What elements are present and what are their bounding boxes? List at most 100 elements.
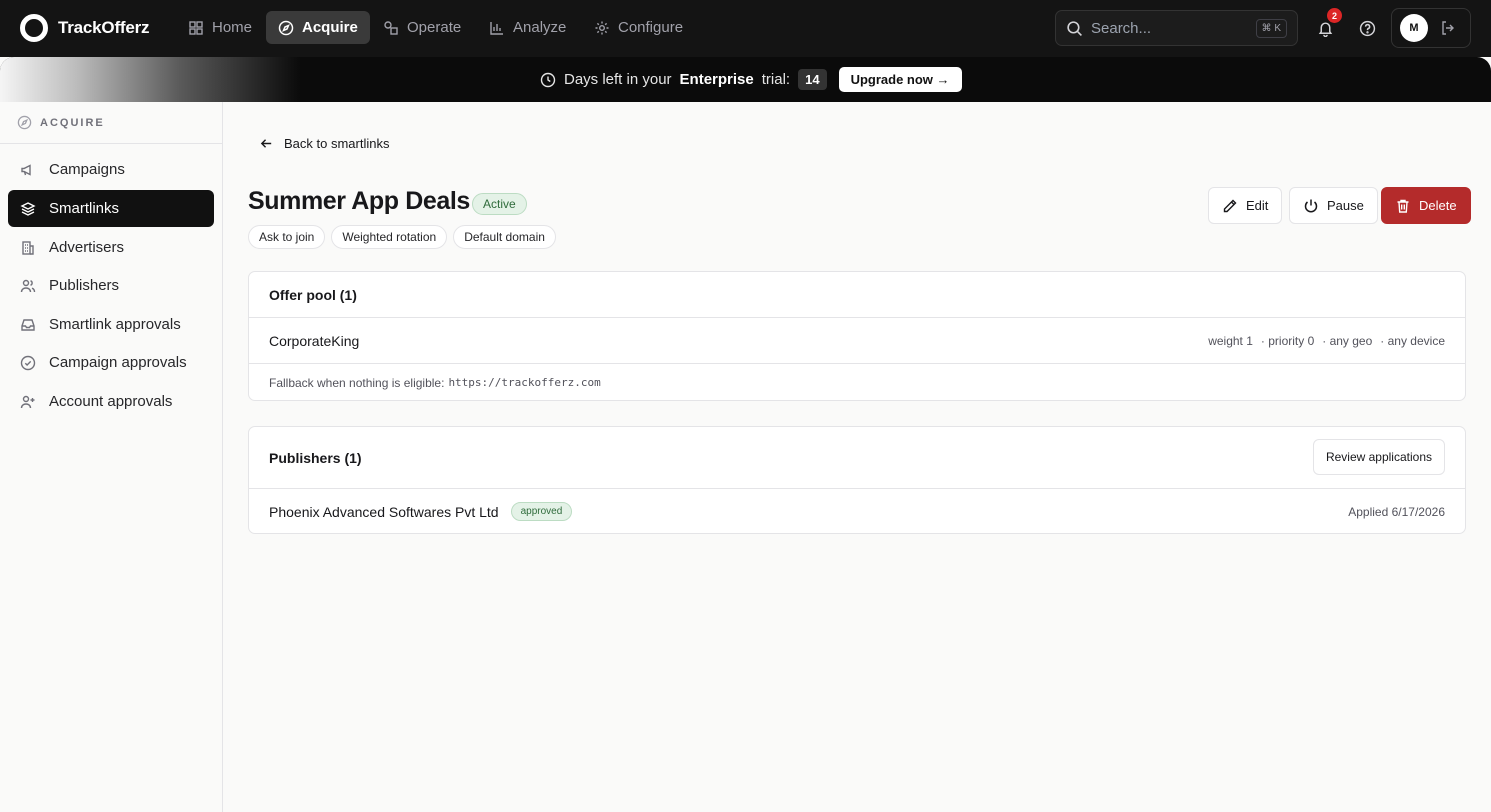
help-icon bbox=[1359, 20, 1375, 36]
publishers-card: Publishers (1) Review applications Phoen… bbox=[248, 426, 1466, 534]
sidebar-item-account-approvals[interactable]: Account approvals bbox=[8, 383, 214, 420]
bar-chart-icon bbox=[490, 21, 503, 35]
offer-pool-heading: Offer pool (1) bbox=[249, 272, 1465, 318]
banner-gradient bbox=[0, 57, 300, 102]
back-label: Back to smartlinks bbox=[284, 136, 390, 151]
nav-acquire-label: Acquire bbox=[302, 19, 358, 36]
help-button[interactable] bbox=[1353, 14, 1381, 42]
logo-icon bbox=[20, 14, 48, 42]
gear-icon bbox=[595, 21, 609, 34]
compass-icon bbox=[278, 20, 294, 35]
app-name: TrackOfferz bbox=[58, 18, 150, 37]
offer-geo: · any geo bbox=[1322, 333, 1373, 348]
nav-analyze-label: Analyze bbox=[513, 19, 567, 36]
delete-button[interactable]: Delete bbox=[1381, 187, 1471, 224]
nav-acquire[interactable]: Acquire bbox=[266, 11, 370, 44]
sidebar-item-label: Advertisers bbox=[49, 239, 125, 256]
megaphone-icon bbox=[21, 163, 31, 176]
power-icon bbox=[1304, 199, 1318, 212]
edit-label: Edit bbox=[1246, 198, 1269, 213]
upgrade-button[interactable]: Upgrade now → bbox=[838, 67, 962, 92]
tag-chip: Default domain bbox=[453, 225, 556, 249]
offer-priority: · priority 0 bbox=[1260, 333, 1315, 348]
offer-device: · any device bbox=[1380, 333, 1445, 348]
trial-days-count: 14 bbox=[798, 69, 827, 90]
sidebar-item-label: Campaign approvals bbox=[49, 354, 187, 371]
nav-home-label: Home bbox=[212, 19, 253, 36]
smartlink-tags: Ask to join Weighted rotation Default do… bbox=[248, 225, 556, 249]
sidebar-item-publishers[interactable]: Publishers bbox=[8, 267, 214, 304]
building-icon bbox=[22, 240, 34, 255]
fallback-url: https://trackofferz.com bbox=[448, 376, 601, 389]
app-logo[interactable]: TrackOfferz bbox=[20, 14, 150, 42]
delete-label: Delete bbox=[1419, 198, 1457, 213]
pencil-icon bbox=[1223, 199, 1237, 212]
inbox-icon bbox=[21, 318, 35, 331]
page-title: Summer App Deals bbox=[248, 187, 470, 215]
back-to-smartlinks-link[interactable]: Back to smartlinks bbox=[259, 136, 389, 151]
trial-plan: Enterprise bbox=[679, 71, 754, 88]
sidebar-item-campaign-approvals[interactable]: Campaign approvals bbox=[8, 344, 214, 381]
nav-configure[interactable]: Configure bbox=[582, 11, 695, 44]
top-nav: TrackOfferz Home Acquire Operate Analyze… bbox=[0, 0, 1491, 57]
sidebar-item-smartlinks[interactable]: Smartlinks bbox=[8, 190, 214, 227]
publishers-heading: Publishers (1) bbox=[249, 427, 1465, 489]
review-applications-button[interactable]: Review applications bbox=[1312, 439, 1445, 475]
tag-chip: Weighted rotation bbox=[331, 225, 448, 249]
nav-configure-label: Configure bbox=[618, 19, 684, 36]
sidebar-item-label: Campaigns bbox=[49, 161, 125, 178]
tag-chip: Ask to join bbox=[248, 225, 326, 249]
notifications-button[interactable]: 2 bbox=[1311, 8, 1342, 42]
pause-button[interactable]: Pause bbox=[1289, 187, 1378, 224]
offer-name: CorporateKing bbox=[269, 332, 360, 349]
sidebar-section-label: ACQUIRE bbox=[40, 116, 105, 129]
avatar[interactable]: M bbox=[1400, 14, 1428, 42]
sidebar-item-label: Account approvals bbox=[49, 393, 173, 410]
status-badge: Active bbox=[472, 193, 527, 215]
notification-count-badge: 2 bbox=[1327, 8, 1342, 23]
user-menu[interactable]: M bbox=[1391, 8, 1471, 48]
sidebar-item-advertisers[interactable]: Advertisers bbox=[8, 229, 214, 266]
sidebar-section-header: ACQUIRE bbox=[0, 102, 222, 144]
trial-banner: Days left in your Enterprise trial: 14 U… bbox=[0, 57, 1491, 102]
clock-icon bbox=[540, 72, 556, 87]
offer-pool-card: Offer pool (1) CorporateKing weight 1 · … bbox=[248, 271, 1466, 401]
sidebar-item-label: Smartlinks bbox=[49, 200, 120, 217]
pause-label: Pause bbox=[1327, 198, 1364, 213]
nav-home[interactable]: Home bbox=[176, 11, 264, 44]
sidebar-item-campaigns[interactable]: Campaigns bbox=[8, 151, 214, 188]
edit-button[interactable]: Edit bbox=[1208, 187, 1283, 224]
search-icon bbox=[1067, 20, 1082, 36]
arrow-left-icon bbox=[260, 139, 272, 148]
offer-row[interactable]: CorporateKing weight 1 · priority 0 · an… bbox=[249, 318, 1465, 364]
compass-icon bbox=[17, 115, 32, 130]
logout-icon[interactable] bbox=[1440, 20, 1456, 36]
offer-weight: weight 1 bbox=[1208, 333, 1253, 348]
check-circle-icon bbox=[20, 355, 36, 370]
publisher-row[interactable]: Phoenix Advanced Softwares Pvt Ltd appro… bbox=[249, 489, 1465, 534]
sidebar-item-smartlink-approvals[interactable]: Smartlink approvals bbox=[8, 306, 214, 343]
trial-prefix: Days left in your bbox=[564, 71, 672, 88]
search-placeholder: Search... bbox=[1091, 19, 1152, 37]
publisher-name: Phoenix Advanced Softwares Pvt Ltd bbox=[269, 503, 499, 520]
nav-analyze[interactable]: Analyze bbox=[477, 11, 578, 44]
offer-meta: weight 1 · priority 0 · any geo · any de… bbox=[1208, 334, 1445, 348]
layers-icon bbox=[20, 201, 36, 216]
nav-operate[interactable]: Operate bbox=[371, 11, 473, 44]
publisher-status-badge: approved bbox=[510, 502, 573, 521]
fallback-label: Fallback when nothing is eligible: bbox=[269, 375, 445, 390]
fallback-row: Fallback when nothing is eligible: https… bbox=[249, 364, 1465, 401]
sidebar-item-label: Publishers bbox=[49, 277, 120, 294]
trash-icon bbox=[1397, 199, 1409, 213]
search-input[interactable]: Search... ⌘ K bbox=[1055, 10, 1298, 46]
users-icon bbox=[20, 279, 36, 292]
sidebar: ACQUIRE Campaigns Smartlinks Advertisers… bbox=[0, 102, 223, 812]
grid-icon bbox=[189, 20, 203, 35]
search-shortcut: ⌘ K bbox=[1255, 18, 1287, 38]
sidebar-item-label: Smartlink approvals bbox=[49, 316, 181, 333]
nav-operate-label: Operate bbox=[407, 19, 462, 36]
publisher-applied-date: Applied 6/17/2026 bbox=[1348, 504, 1445, 519]
user-plus-icon bbox=[20, 395, 35, 408]
trial-suffix: trial: bbox=[761, 71, 791, 88]
shapes-icon bbox=[384, 20, 398, 35]
